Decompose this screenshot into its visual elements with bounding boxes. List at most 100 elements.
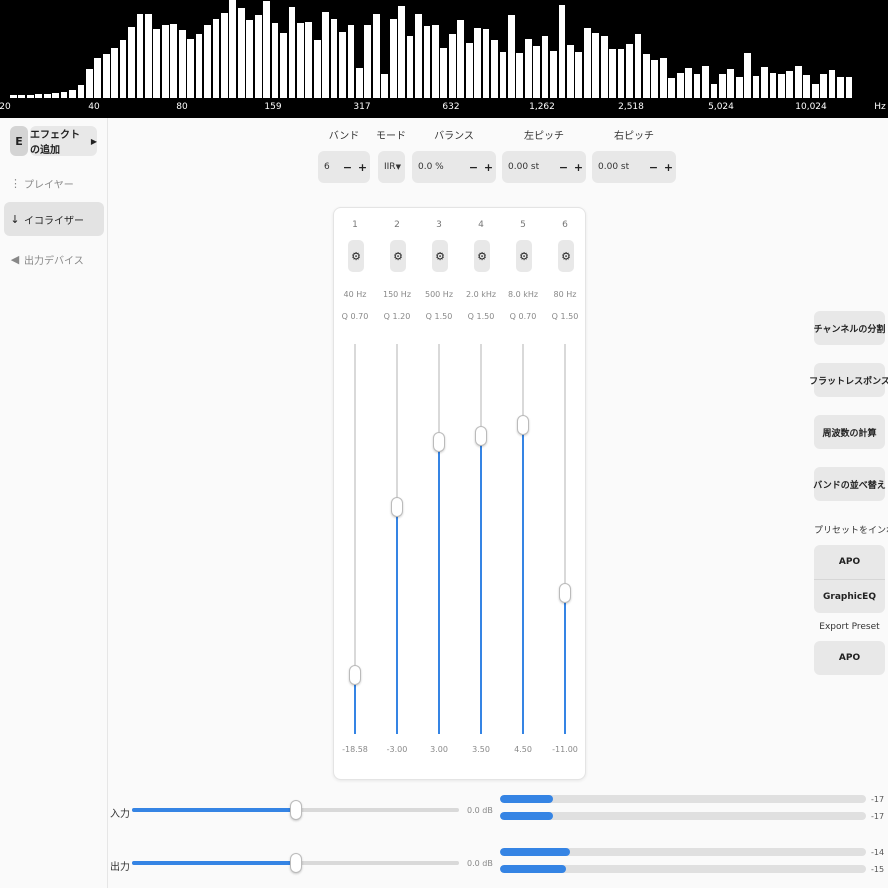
input-gain-value: 0.0 dB (467, 806, 493, 815)
spectrum-bar (356, 67, 363, 98)
spectrum-bar (541, 36, 549, 98)
right-pitch-spinbutton[interactable]: 0.00 st − + (592, 151, 676, 183)
import-graphiceq-button[interactable]: GraphicEQ (814, 579, 885, 613)
add-effect-button[interactable]: エフェクトの追加 ▶ (30, 126, 97, 156)
calculate-frequencies-button[interactable]: 周波数の計算 (814, 415, 885, 449)
spectrum-bar (685, 67, 692, 98)
flat-response-button[interactable]: フラットレスポンス (809, 363, 888, 397)
spectrum-bar (102, 53, 110, 98)
band-q: Q 1.50 (425, 312, 453, 321)
input-meter-left-value: -17 (871, 795, 885, 804)
band-gain-value: 4.50 (514, 745, 532, 754)
band-q: Q 1.50 (551, 312, 579, 321)
band-gain-knob[interactable] (349, 665, 361, 686)
left-pitch-value: 0.00 st (508, 162, 540, 172)
sidebar-item-player[interactable]: ⋮ プレイヤー (4, 166, 104, 200)
spectrum-bar (145, 13, 152, 98)
plus-icon[interactable]: + (661, 161, 676, 174)
spectrum-label: 5,024 (708, 102, 734, 112)
spectrum-bar (634, 34, 642, 98)
spectrum-bar (516, 52, 524, 98)
band-gain-knob[interactable] (391, 496, 403, 517)
spectrum-bar (296, 22, 304, 98)
spectrum-bar (643, 53, 650, 98)
output-meter-left (500, 848, 866, 856)
arrow-down-icon: ↓ (10, 212, 20, 226)
spectrum-bar (398, 5, 405, 98)
output-gain-slider[interactable] (132, 853, 459, 873)
input-gain-knob[interactable] (289, 800, 302, 820)
band-gain-slider[interactable] (391, 344, 403, 734)
sort-bands-button[interactable]: バンドの並べ替え (813, 467, 886, 501)
plus-icon[interactable]: + (481, 161, 496, 174)
band-gain-slider[interactable] (349, 344, 361, 734)
input-gain-slider[interactable] (132, 800, 459, 820)
band-gain-knob[interactable] (475, 426, 487, 447)
gear-icon[interactable]: ⚙ (432, 240, 448, 272)
mode-dropdown[interactable]: IIR ▼ (378, 151, 405, 183)
spectrum-bar (52, 93, 59, 98)
spectrum-bar (85, 68, 93, 98)
band-gain-knob[interactable] (559, 583, 571, 604)
balance-spinbutton[interactable]: 0.0 % − + (412, 151, 496, 183)
band-gain-slider[interactable] (559, 344, 571, 734)
spectrum-bar (440, 48, 448, 98)
bands-spinbutton[interactable]: 6 − + (318, 151, 370, 183)
left-pitch-spinbutton[interactable]: 0.00 st − + (502, 151, 586, 183)
app-logo-icon[interactable]: E (10, 126, 28, 156)
band-gain-slider[interactable] (517, 344, 529, 734)
plus-icon[interactable]: + (571, 161, 586, 174)
band-gain-knob[interactable] (517, 415, 529, 436)
import-apo-button[interactable]: APO (814, 545, 885, 579)
spectrum-bar (837, 77, 844, 98)
spectrum-bar (280, 33, 287, 98)
band-frequency: 150 Hz (382, 290, 412, 299)
band-gain-fill (480, 436, 482, 734)
sidebar-item-label: プレイヤー (24, 179, 74, 191)
band-gain-slider[interactable] (475, 344, 487, 734)
minus-icon[interactable]: − (466, 161, 481, 174)
output-gain-knob[interactable] (289, 853, 302, 873)
input-meter-right (500, 812, 866, 820)
spectrum-bar (43, 94, 51, 98)
spectrum-bar (161, 24, 169, 98)
spectrum-bar (406, 36, 414, 98)
spectrum-bar (364, 24, 372, 98)
plus-icon[interactable]: + (355, 161, 370, 174)
band-gain-value: -11.00 (552, 745, 578, 754)
spectrum-bar (693, 73, 701, 98)
spectrum-bar (533, 46, 541, 98)
gear-icon[interactable]: ⚙ (474, 240, 490, 272)
band-gain-fill (522, 425, 524, 734)
band-gain-slider[interactable] (433, 344, 445, 734)
spectrum-bar (659, 57, 667, 98)
spectrum-bar (668, 78, 676, 98)
minus-icon[interactable]: − (556, 161, 571, 174)
gear-icon[interactable]: ⚙ (390, 240, 406, 272)
sidebar-item-equalizer[interactable]: ↓ イコライザー (4, 202, 104, 236)
spectrum-label: 20 (0, 102, 11, 112)
export-apo-button[interactable]: APO (814, 641, 885, 675)
minus-icon[interactable]: − (646, 161, 661, 174)
band-gain-knob[interactable] (433, 431, 445, 452)
spectrum-bar (128, 27, 135, 98)
gear-icon[interactable]: ⚙ (348, 240, 364, 272)
spectrum-bar (567, 45, 574, 98)
band-gain-value: 3.50 (472, 745, 490, 754)
spectrum-label: 632 (442, 102, 460, 112)
minus-icon[interactable]: − (340, 161, 355, 174)
gear-icon[interactable]: ⚙ (516, 240, 532, 272)
spectrum-bar (271, 22, 279, 98)
spectrum-bar (786, 70, 794, 98)
sidebar-item-output-device[interactable]: ◀ 出力デバイス (4, 242, 104, 276)
band-gain-value: 3.00 (430, 745, 448, 754)
spectrum-bar (718, 73, 726, 98)
spectrum-bar (448, 34, 456, 98)
gear-icon[interactable]: ⚙ (558, 240, 574, 272)
spectrum-bar (204, 25, 211, 98)
spectrum-bar (432, 25, 439, 98)
spectrum-bar (305, 21, 313, 98)
band-gain-fill (396, 506, 398, 734)
spectrum-bar (237, 7, 245, 98)
split-channels-button[interactable]: チャンネルの分割 (814, 311, 885, 345)
